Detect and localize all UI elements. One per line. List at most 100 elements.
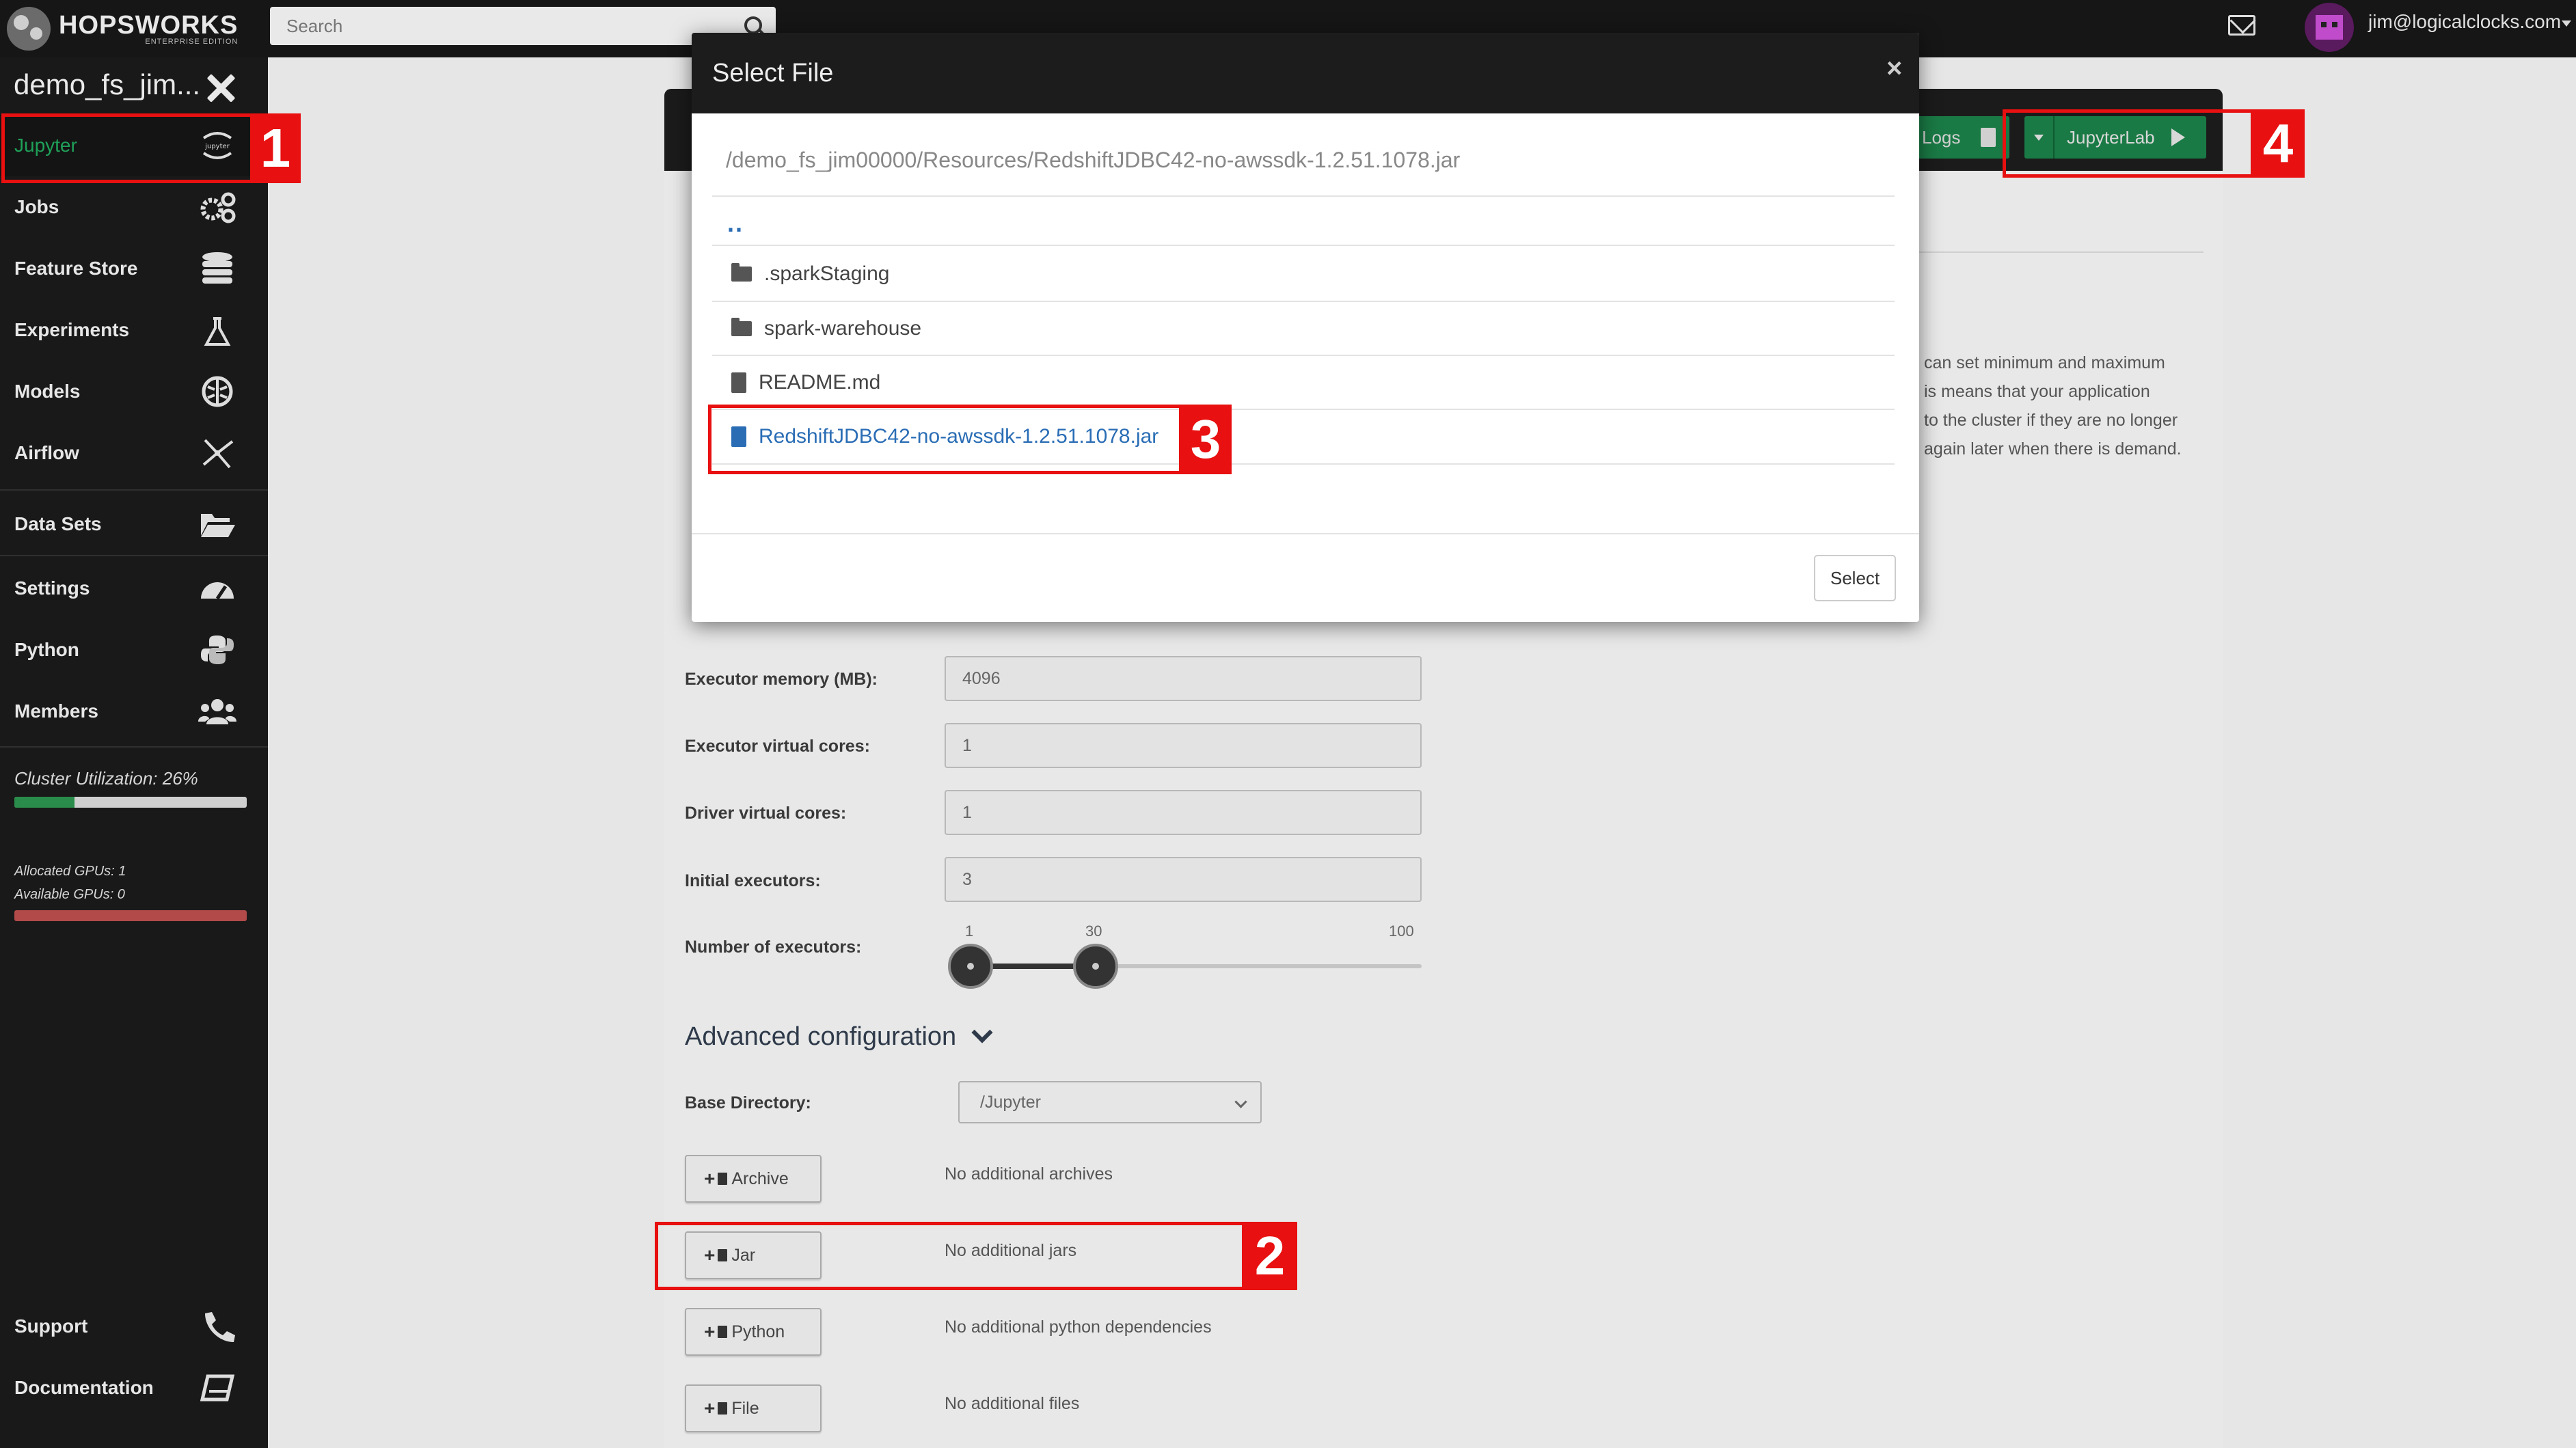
number-of-executors-label: Number of executors: xyxy=(685,938,862,957)
file-row-readme[interactable]: README.md xyxy=(712,356,1895,409)
file-icon xyxy=(731,372,746,393)
close-icon[interactable]: × xyxy=(1886,53,1902,84)
add-python-button[interactable]: + Python xyxy=(685,1308,822,1356)
base-directory-label: Base Directory: xyxy=(685,1093,811,1112)
annotation-badge-4: 4 xyxy=(2251,109,2305,178)
select-button[interactable]: Select xyxy=(1814,555,1896,601)
plus-icon: + xyxy=(704,1397,716,1419)
mail-icon[interactable] xyxy=(2228,15,2255,36)
panel-divider xyxy=(1914,251,2204,253)
gpu-availability-bar xyxy=(14,910,247,921)
python-icon xyxy=(201,636,234,664)
file-icon xyxy=(718,1402,728,1415)
sidebar-item-label: Support xyxy=(14,1315,88,1337)
dynamic-allocation-description: can set minimum and maximum is means tha… xyxy=(1924,353,2182,459)
row-divider xyxy=(712,195,1895,197)
annotation-highlight-4 xyxy=(2003,109,2254,178)
row-divider xyxy=(712,245,1895,246)
sidebar-item-settings[interactable]: Settings xyxy=(0,558,268,619)
add-archive-label: Archive xyxy=(731,1169,789,1188)
file-icon xyxy=(718,1326,728,1338)
sidebar-item-airflow[interactable]: Airflow xyxy=(0,422,268,484)
add-python-label: Python xyxy=(731,1322,785,1341)
modal-title: Select File xyxy=(712,59,834,87)
add-file-button[interactable]: + File xyxy=(685,1384,822,1432)
folder-icon xyxy=(731,318,752,336)
archives-status: No additional archives xyxy=(945,1164,1113,1184)
sidebar-item-label: Settings xyxy=(14,577,90,599)
file-row-spark-warehouse[interactable]: spark-warehouse xyxy=(712,302,1895,355)
executor-memory-label: Executor memory (MB): xyxy=(685,670,878,689)
sidebar-divider xyxy=(0,746,268,748)
sidebar-item-members[interactable]: Members xyxy=(0,681,268,742)
sidebar-item-jobs[interactable]: Jobs xyxy=(0,176,268,238)
initial-executors-input[interactable]: 3 xyxy=(945,857,1422,902)
modal-header: Select File × xyxy=(692,33,1919,113)
select-file-modal: Select File × /demo_fs_jim00000/Resource… xyxy=(692,33,1919,622)
cluster-utilization-bar xyxy=(14,797,247,808)
file-row-sparkstaging[interactable]: .sparkStaging xyxy=(712,247,1895,301)
file-name: .sparkStaging xyxy=(764,262,890,285)
gears-icon xyxy=(200,192,236,223)
annotation-highlight-2 xyxy=(655,1222,1245,1290)
cluster-utilization-label: Cluster Utilization: 26% xyxy=(14,768,198,789)
file-name: README.md xyxy=(759,371,881,394)
sidebar: demo_fs_jim... Jupyter jupyter Jobs Feat… xyxy=(0,57,268,1448)
file-icon xyxy=(718,1173,728,1185)
modal-footer-divider xyxy=(692,533,1919,534)
slider-tick-max: 100 xyxy=(1389,923,1414,940)
annotation-highlight-1 xyxy=(1,113,256,183)
sidebar-item-experiments[interactable]: Experiments xyxy=(0,299,268,361)
advanced-configuration-title[interactable]: Advanced configuration xyxy=(685,1022,956,1052)
sidebar-item-data-sets[interactable]: Data Sets xyxy=(0,493,268,555)
add-archive-button[interactable]: + Archive xyxy=(685,1155,822,1203)
slider-tick-value: 30 xyxy=(1085,923,1102,940)
gauge-icon xyxy=(201,582,234,600)
sidebar-item-python[interactable]: Python xyxy=(0,619,268,681)
sidebar-item-label: Data Sets xyxy=(14,513,102,534)
folder-icon xyxy=(731,263,752,282)
executors-slider-max-handle[interactable] xyxy=(1073,944,1118,989)
annotation-badge-2: 2 xyxy=(1243,1222,1297,1290)
folder-open-icon xyxy=(201,514,235,537)
initial-executors-label: Initial executors: xyxy=(685,871,821,890)
sidebar-divider xyxy=(0,489,268,491)
sidebar-item-label: Documentation xyxy=(14,1377,154,1398)
sidebar-item-support[interactable]: Support xyxy=(0,1296,268,1357)
files-status: No additional files xyxy=(945,1394,1080,1413)
sidebar-item-feature-store[interactable]: Feature Store xyxy=(0,238,268,299)
sidebar-item-documentation[interactable]: Documentation xyxy=(0,1357,268,1419)
user-menu-caret-icon[interactable] xyxy=(2562,21,2571,27)
sidebar-item-label: Python xyxy=(14,639,79,660)
sidebar-item-label: Models xyxy=(14,381,81,402)
project-name[interactable]: demo_fs_jim... xyxy=(14,68,200,101)
executor-cores-input[interactable]: 1 xyxy=(945,723,1422,768)
users-icon xyxy=(198,699,236,724)
logo-text: HOPSWORKS xyxy=(59,11,239,40)
sidebar-item-models[interactable]: Models xyxy=(0,361,268,422)
document-icon xyxy=(1981,128,1996,147)
search-icon[interactable] xyxy=(744,16,762,34)
hopsworks-logo[interactable]: HOPSWORKS ENTERPRISE EDITION xyxy=(7,4,238,53)
executor-memory-input[interactable]: 4096 xyxy=(945,656,1422,701)
annotation-badge-1: 1 xyxy=(250,113,301,183)
available-gpus: Available GPUs: 0 xyxy=(14,887,125,902)
parent-directory-link[interactable]: .. xyxy=(727,209,744,238)
sidebar-divider xyxy=(0,555,268,556)
executors-slider-min-handle[interactable] xyxy=(948,944,993,989)
sidebar-item-label: Jobs xyxy=(14,196,59,217)
cluster-utilization-fill xyxy=(14,797,75,808)
allocated-gpus: Allocated GPUs: 1 xyxy=(14,864,126,879)
sidebar-item-label: Airflow xyxy=(14,442,79,463)
python-deps-status: No additional python dependencies xyxy=(945,1317,1212,1337)
airflow-icon xyxy=(202,439,234,469)
sidebar-item-label: Experiments xyxy=(14,319,130,340)
driver-cores-input[interactable]: 1 xyxy=(945,790,1422,835)
logs-button-label: Logs xyxy=(1922,126,1961,148)
file-name: spark-warehouse xyxy=(764,317,922,340)
avatar[interactable] xyxy=(2305,3,2354,52)
driver-cores-label: Driver virtual cores: xyxy=(685,804,847,823)
close-project-icon[interactable] xyxy=(205,72,236,104)
base-directory-select[interactable]: /Jupyter xyxy=(958,1081,1262,1123)
user-email[interactable]: jim@logicalclocks.com xyxy=(2368,11,2561,33)
